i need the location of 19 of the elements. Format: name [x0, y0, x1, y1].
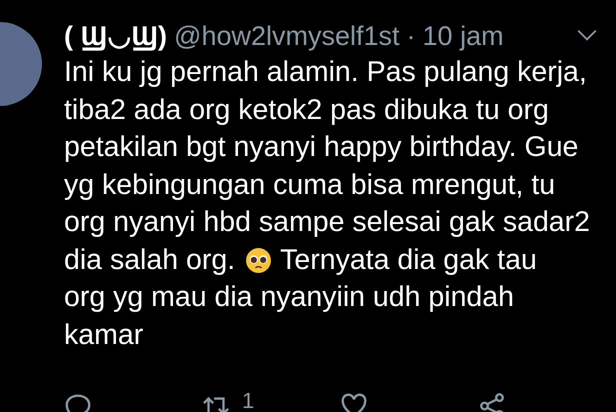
tweet-text-line: org nyanyi hbd sampe selesai gak sadar2	[64, 205, 590, 240]
pleading-face-icon	[245, 246, 272, 274]
chevron-down-icon[interactable]	[576, 28, 598, 42]
tweet-time: 10 jam	[422, 20, 504, 52]
heart-icon[interactable]	[340, 392, 368, 412]
tweet-text-line: Ternyata dia gak tau	[280, 242, 537, 278]
tweet-text-line: Ini ku jg pernah alamin. Pas pulang kerja,	[64, 55, 587, 90]
tweet-text-line: tiba2 ada org ketok2 pas dibuka tu org	[64, 92, 549, 128]
share-icon[interactable]	[478, 392, 506, 412]
tweet-text-line: yg kebingungan cuma bisa mrengut, tu	[64, 168, 556, 202]
reply-icon[interactable]	[64, 392, 92, 412]
tweet-text-line: dia salah org.	[64, 242, 236, 278]
tweet-text-line: org yg mau dia nyanyiin udh pindah	[64, 280, 514, 315]
separator: ·	[406, 20, 416, 52]
tweet-text-line: petakilan bgt nyanyi happy birthday. Gue	[64, 130, 578, 165]
tweet-text-line: kamar	[64, 318, 144, 352]
retweet-count: 1	[242, 390, 254, 412]
user-handle[interactable]: @how2lvmyself1st	[174, 20, 400, 52]
display-name: ( Ϣ◡Ϣ)	[64, 20, 168, 52]
